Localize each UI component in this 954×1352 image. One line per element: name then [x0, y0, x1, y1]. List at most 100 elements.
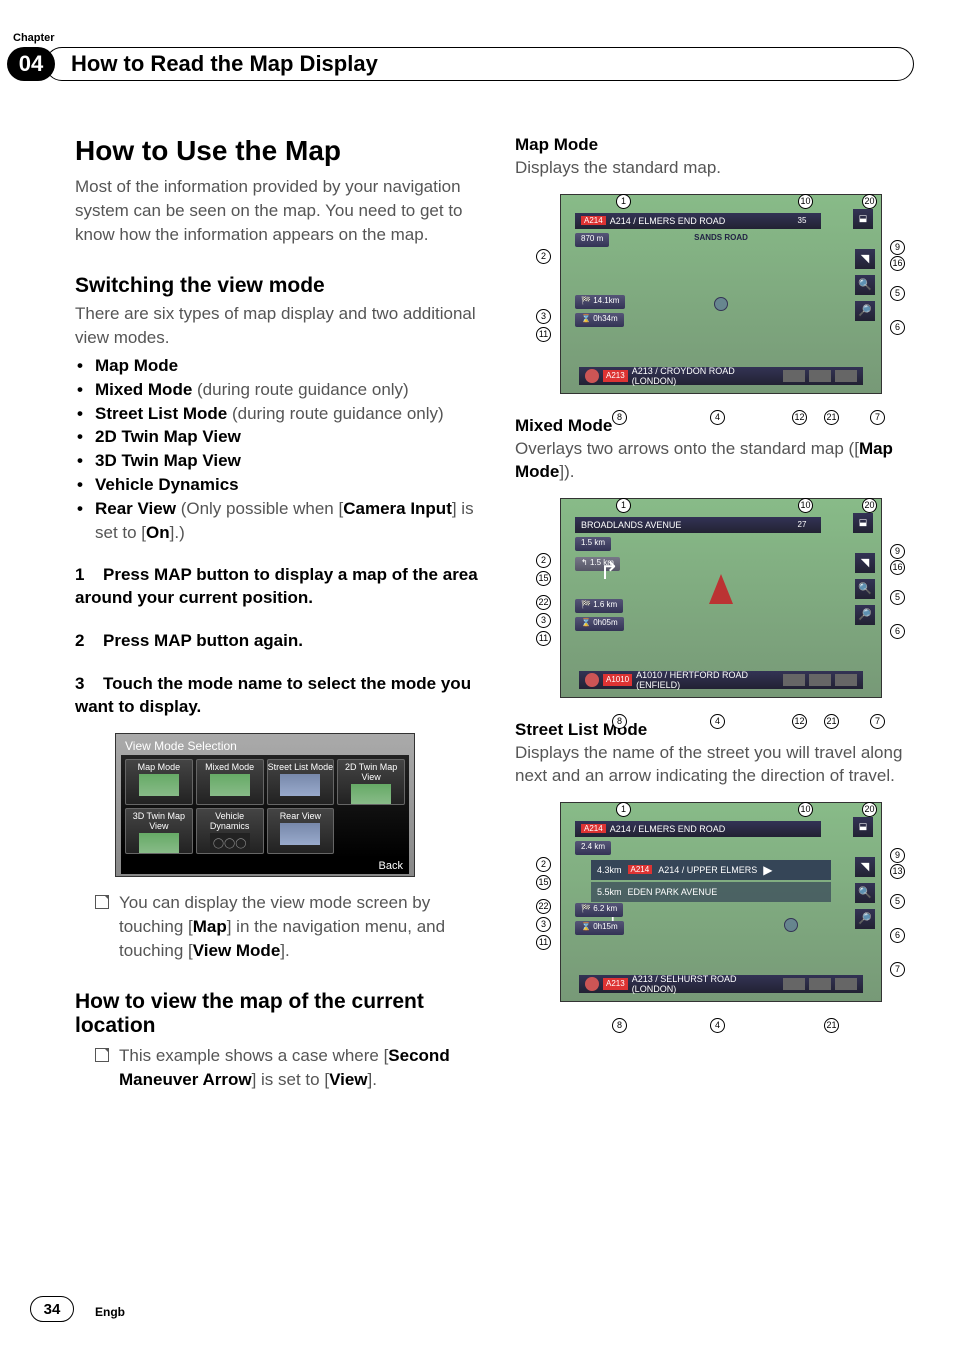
mixed-mode-heading: Mixed Mode: [515, 416, 915, 436]
map-mode-desc: Displays the standard map.: [515, 157, 915, 180]
vms-option-rear-view[interactable]: Rear View: [267, 808, 335, 854]
street-list-figure: A214A214 / ELMERS END ROAD ⬓ 2.4 km 4.3k…: [560, 802, 882, 1002]
info-chip[interactable]: [783, 370, 805, 382]
mixed-mode-figure: BROADLANDS AVENUE 27 ⬓ 1.5 km ↰ 1.5 km 🏁…: [560, 498, 882, 698]
chapter-label: Chapter: [13, 32, 55, 44]
zoom-out-icon[interactable]: 🔎: [855, 301, 875, 321]
street-list-desc: Displays the name of the street you will…: [515, 742, 915, 788]
chapter-title-pill: How to Read the Map Display: [45, 47, 914, 81]
step-3: 3Touch the mode name to select the mode …: [75, 673, 485, 719]
vms-title: View Mode Selection: [121, 737, 409, 755]
mode-label: Map Mode: [95, 356, 178, 375]
step-text: Press MAP button again.: [103, 631, 303, 650]
zoom-out-icon[interactable]: 🔎: [855, 909, 875, 929]
vms-option-2d-twin[interactable]: 2D Twin Map View: [337, 759, 405, 805]
setting-name: Camera Input: [343, 499, 452, 518]
vms-option-3d-twin[interactable]: 3D Twin Map View: [125, 808, 193, 854]
street-list-mode-block: Street List Mode Displays the name of th…: [515, 720, 915, 1002]
list-item: Rear View (Only possible when [Camera In…: [95, 497, 485, 545]
step-1: 1Press MAP button to display a map of th…: [75, 564, 485, 610]
zoom-in-icon[interactable]: 🔍: [855, 883, 875, 903]
mode-note: (Only possible when [: [176, 499, 343, 518]
scale-chip: [835, 978, 857, 990]
zoom-direction-icon[interactable]: ◥: [855, 857, 875, 877]
note-view-mode-screen: You can display the view mode screen by …: [75, 891, 485, 962]
zoom-direction-icon[interactable]: ◥: [855, 553, 875, 573]
current-location-icon: [714, 297, 728, 311]
ui-name: Map: [193, 917, 227, 936]
bottom-road-banner: A1010 A1010 / HERTFORD ROAD (ENFIELD): [579, 671, 863, 689]
compass-icon[interactable]: ⬓: [853, 209, 873, 229]
step-2: 2Press MAP button again.: [75, 630, 485, 653]
mode-label: Street List Mode: [95, 404, 227, 423]
vms-option-map-mode[interactable]: Map Mode: [125, 759, 193, 805]
mode-label: Mixed Mode: [95, 380, 192, 399]
zoom-out-icon[interactable]: 🔎: [855, 605, 875, 625]
step-text: Touch the mode name to select the mode y…: [75, 674, 471, 716]
info-chip[interactable]: [809, 674, 831, 686]
vms-back-button[interactable]: Back: [121, 858, 409, 874]
note-icon: [95, 895, 109, 909]
info-chip[interactable]: [783, 674, 805, 686]
note-second-maneuver: This example shows a case where [Second …: [75, 1044, 485, 1092]
bottom-road-banner: A213 A213 / CROYDON ROAD (LONDON): [579, 367, 863, 385]
direction-arrow-icon: [709, 574, 733, 604]
eta-pill: ⌛ 0h34m: [575, 313, 624, 327]
distance-pill: 1.5 km: [575, 537, 611, 551]
voice-icon[interactable]: [585, 673, 599, 687]
mode-label: 2D Twin Map View: [95, 427, 241, 446]
mode-label: Rear View: [95, 499, 176, 518]
map-mode-figure: A214A214 / ELMERS END ROAD 35 ⬓ SANDS RO…: [560, 194, 882, 394]
view-mode-selection-figure: View Mode Selection Map Mode Mixed Mode …: [115, 733, 415, 877]
vms-option-mixed-mode[interactable]: Mixed Mode: [196, 759, 264, 805]
list-item: Street List Mode (during route guidance …: [95, 402, 485, 426]
switch-intro: There are six types of map display and t…: [75, 302, 485, 350]
mid-road-label: SANDS ROAD: [694, 233, 748, 242]
info-chip[interactable]: [783, 978, 805, 990]
list-item: Vehicle Dynamics: [95, 473, 485, 497]
voice-icon[interactable]: [585, 977, 599, 991]
step-number: 1: [75, 564, 103, 587]
distance-pill: 870 m: [575, 233, 609, 247]
distance-mini-badge: 35: [783, 213, 821, 229]
subsection-switching-view: Switching the view mode: [75, 274, 485, 298]
zoom-direction-icon[interactable]: ◥: [855, 249, 875, 269]
info-chip[interactable]: [809, 978, 831, 990]
mode-label: 3D Twin Map View: [95, 451, 241, 470]
vms-option-street-list[interactable]: Street List Mode: [267, 759, 335, 805]
list-item: 3D Twin Map View: [95, 449, 485, 473]
left-column: How to Use the Map Most of the informati…: [75, 135, 485, 1092]
voice-icon[interactable]: [585, 369, 599, 383]
zoom-in-icon[interactable]: 🔍: [855, 579, 875, 599]
street-list-row: 4.3kmA214A214 / UPPER ELMERS▶: [591, 860, 831, 880]
note-text: This example shows a case where [: [119, 1046, 388, 1065]
setting-value: On: [146, 523, 170, 542]
compass-icon[interactable]: ⬓: [853, 513, 873, 533]
subsection-current-location: How to view the map of the current locat…: [75, 990, 485, 1038]
info-chip[interactable]: [809, 370, 831, 382]
distance-mini-badge: 27: [783, 517, 821, 533]
eta-pill: ⌛ 0h05m: [575, 617, 624, 631]
page-number-badge: 34: [30, 1296, 74, 1322]
total-distance-pill: 🏁 6.2 km: [575, 903, 623, 917]
map-mode-heading: Map Mode: [515, 135, 915, 155]
vms-option-vehicle-dynamics[interactable]: Vehicle Dynamics◯◯◯: [196, 808, 264, 854]
list-item: Map Mode: [95, 354, 485, 378]
step-number: 3: [75, 673, 103, 696]
turn-arrow-icon: ↱: [599, 557, 619, 586]
list-item: Mixed Mode (during route guidance only): [95, 378, 485, 402]
zoom-in-icon[interactable]: 🔍: [855, 275, 875, 295]
list-item: 2D Twin Map View: [95, 425, 485, 449]
page-language: Engb: [95, 1305, 125, 1319]
compass-icon[interactable]: ⬓: [853, 817, 873, 837]
vms-empty: [337, 808, 405, 854]
step-number: 2: [75, 630, 103, 653]
mixed-mode-block: Mixed Mode Overlays two arrows onto the …: [515, 416, 915, 698]
ui-name: View: [329, 1070, 367, 1089]
mode-note: (during route guidance only): [227, 404, 443, 423]
note-icon: [95, 1048, 109, 1062]
scale-chip: [835, 674, 857, 686]
bottom-road-banner: A213 A213 / SELHURST ROAD (LONDON): [579, 975, 863, 993]
note-text: ] is set to [: [252, 1070, 329, 1089]
mixed-mode-desc: Overlays two arrows onto the standard ma…: [515, 438, 915, 484]
